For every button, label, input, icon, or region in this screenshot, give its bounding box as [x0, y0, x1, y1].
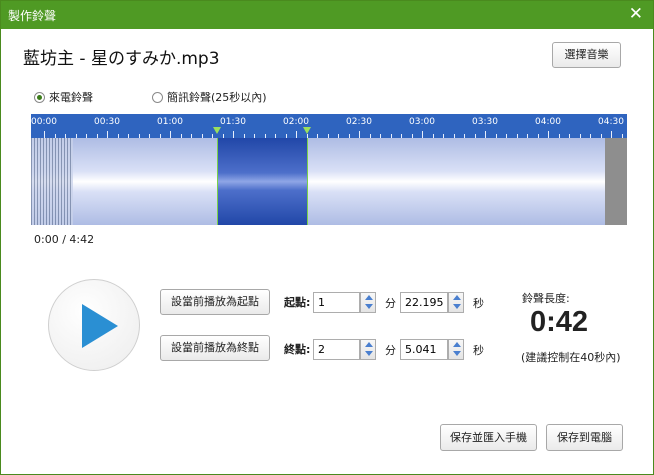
arrow-up-icon[interactable] [365, 295, 373, 300]
start-seconds-field[interactable] [400, 292, 448, 313]
end-minutes-stepper[interactable] [360, 339, 376, 360]
tick-mark [548, 131, 549, 138]
end-seconds-field[interactable] [400, 339, 448, 360]
tick-label: 04:00 [535, 117, 561, 127]
start-marker-handle-icon[interactable] [212, 127, 221, 134]
waveform-editor[interactable]: 00:00 00:30 01:00 01:30 02:00 02:30 03:00 03:30… [31, 114, 627, 225]
set-start-button[interactable]: 設當前播放為起點 [160, 289, 270, 315]
arrow-up-icon[interactable] [365, 342, 373, 347]
ringtone-length-label: 鈴聲長度: [522, 292, 570, 305]
start-minutes-input[interactable] [314, 293, 359, 312]
minutes-unit: 分 [385, 344, 396, 357]
start-minutes-field[interactable] [313, 292, 360, 313]
play-button[interactable] [48, 279, 140, 371]
tick-mark [233, 131, 234, 138]
window-title: 製作鈴聲 [8, 9, 57, 23]
arrow-down-icon[interactable] [365, 351, 373, 356]
waveform-end [605, 138, 627, 225]
arrow-up-icon[interactable] [453, 295, 461, 300]
selection-region[interactable] [216, 138, 307, 225]
waveform-intro-section [31, 138, 73, 225]
tick-mark [422, 131, 423, 138]
tick-mark [107, 131, 108, 138]
play-icon [82, 304, 118, 348]
radio-label: 簡訊鈴聲(25秒以內) [167, 91, 267, 104]
start-label: 起點: [284, 296, 311, 309]
waveform-body [31, 138, 627, 225]
close-icon[interactable]: ✕ [629, 4, 643, 24]
tick-mark [296, 131, 297, 138]
radio-unselected-icon [152, 91, 163, 103]
radio-call-ringtone[interactable]: 來電鈴聲 [34, 89, 93, 105]
end-label: 終點: [284, 343, 311, 356]
tick-label: 01:30 [220, 117, 246, 127]
end-seconds-stepper[interactable] [448, 339, 464, 360]
tick-label: 04:30 [598, 117, 624, 127]
tick-label: 02:30 [346, 117, 372, 127]
save-to-pc-button[interactable]: 保存到電腦 [546, 424, 623, 451]
tick-label: 03:30 [472, 117, 498, 127]
tick-mark [611, 131, 612, 138]
seconds-unit: 秒 [473, 344, 484, 357]
end-seconds-input[interactable] [401, 340, 447, 359]
end-minutes-field[interactable] [313, 339, 360, 360]
save-to-phone-button[interactable]: 保存並匯入手機 [440, 424, 537, 451]
tick-label: 03:00 [409, 117, 435, 127]
arrow-up-icon[interactable] [453, 342, 461, 347]
radio-sms-ringtone[interactable]: 簡訊鈴聲(25秒以內) [152, 89, 267, 105]
start-seconds-input[interactable] [401, 293, 447, 312]
select-music-button[interactable]: 選擇音樂 [552, 42, 621, 68]
tick-mark [485, 131, 486, 138]
tick-label: 00:30 [94, 117, 120, 127]
tick-label: 02:00 [283, 117, 309, 127]
ringtone-window: 製作鈴聲 ✕ 藍坊主 - 星のすみか.mp3 選擇音樂 來電鈴聲 簡訊鈴聲(25… [0, 0, 654, 475]
set-end-button[interactable]: 設當前播放為終點 [160, 335, 270, 361]
radio-selected-icon [34, 91, 45, 103]
tick-mark [359, 131, 360, 138]
seconds-unit: 秒 [473, 297, 484, 310]
playback-time: 0:00 / 4:42 [34, 233, 95, 246]
start-minutes-stepper[interactable] [360, 292, 376, 313]
arrow-down-icon[interactable] [453, 304, 461, 309]
file-name: 藍坊主 - 星のすみか.mp3 [23, 49, 220, 69]
arrow-down-icon[interactable] [365, 304, 373, 309]
time-ruler: 00:00 00:30 01:00 01:30 02:00 02:30 03:00 03:30… [31, 114, 627, 138]
start-marker[interactable] [216, 138, 218, 225]
tick-mark [44, 131, 45, 138]
tick-mark [170, 131, 171, 138]
title-bar: 製作鈴聲 ✕ [1, 1, 653, 29]
end-marker-handle-icon[interactable] [302, 127, 311, 134]
start-seconds-stepper[interactable] [448, 292, 464, 313]
ringtone-length-hint: (建議控制在40秒內) [521, 351, 621, 364]
end-minutes-input[interactable] [314, 340, 359, 359]
ringtone-length-value: 0:42 [530, 306, 589, 338]
end-marker[interactable] [306, 138, 308, 225]
tick-label: 01:00 [157, 117, 183, 127]
minutes-unit: 分 [385, 297, 396, 310]
radio-label: 來電鈴聲 [49, 91, 93, 104]
arrow-down-icon[interactable] [453, 351, 461, 356]
tick-label: 00:00 [31, 117, 57, 127]
